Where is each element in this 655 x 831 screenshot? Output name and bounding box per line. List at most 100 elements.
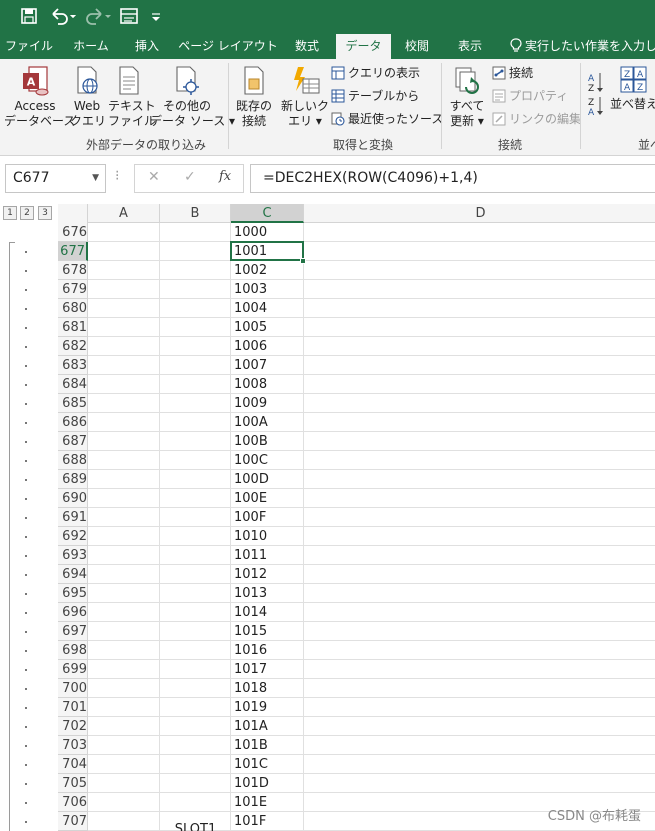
row-header[interactable]: 680 (58, 299, 88, 318)
cell-a[interactable] (88, 356, 160, 375)
formula-bar-splitter[interactable]: ⁝ (115, 168, 119, 184)
row-header[interactable]: 684 (58, 375, 88, 394)
cell-d[interactable] (304, 299, 655, 318)
cell-b[interactable] (160, 698, 231, 717)
row-header[interactable]: 687 (58, 432, 88, 451)
cell-c[interactable]: 101B (231, 736, 304, 755)
row-header[interactable]: 703 (58, 736, 88, 755)
cell-a[interactable] (88, 736, 160, 755)
cell-c[interactable]: 1001 (231, 242, 304, 261)
row-header[interactable]: 690 (58, 489, 88, 508)
row-header[interactable]: 700 (58, 679, 88, 698)
tab-page-layout[interactable]: ページ レイアウト (178, 34, 278, 59)
row-header[interactable]: 704 (58, 755, 88, 774)
cell-d[interactable] (304, 717, 655, 736)
cell-b[interactable] (160, 375, 231, 394)
cell-b[interactable] (160, 679, 231, 698)
cell-b[interactable] (160, 508, 231, 527)
cell-c[interactable]: 1006 (231, 337, 304, 356)
outline-level-3-button[interactable]: 3 (38, 206, 52, 220)
cell-c[interactable]: 100C (231, 451, 304, 470)
cell-c[interactable]: 100D (231, 470, 304, 489)
row-header[interactable]: 686 (58, 413, 88, 432)
row-header[interactable]: 689 (58, 470, 88, 489)
cell-a[interactable] (88, 413, 160, 432)
cell-a[interactable] (88, 698, 160, 717)
cell-d[interactable] (304, 432, 655, 451)
cell-c[interactable]: 101A (231, 717, 304, 736)
row-header[interactable]: 701 (58, 698, 88, 717)
cell-c[interactable]: 101D (231, 774, 304, 793)
cell-c[interactable]: 1009 (231, 394, 304, 413)
tab-file[interactable]: ファイル (4, 34, 54, 59)
cell-b[interactable] (160, 470, 231, 489)
cell-d[interactable] (304, 603, 655, 622)
cell-a[interactable] (88, 565, 160, 584)
cell-d[interactable] (304, 451, 655, 470)
sort-button[interactable]: ZAAZ 並べ替え (608, 65, 655, 112)
outline-level-2-button[interactable]: 2 (20, 206, 34, 220)
cell-d[interactable] (304, 337, 655, 356)
redo-icon[interactable] (84, 5, 114, 27)
column-header-d[interactable]: D (304, 204, 655, 223)
insert-function-icon[interactable]: fx (219, 169, 231, 184)
cell-c[interactable]: 100F (231, 508, 304, 527)
cell-d[interactable] (304, 660, 655, 679)
cell-b[interactable] (160, 394, 231, 413)
access-database-button[interactable]: A Access データベース (4, 65, 75, 129)
tab-home[interactable]: ホーム (64, 34, 118, 59)
cell-c[interactable]: 1000 (231, 223, 304, 242)
cell-c[interactable]: 1019 (231, 698, 304, 717)
cell-a[interactable] (88, 603, 160, 622)
cell-d[interactable] (304, 375, 655, 394)
row-header[interactable]: 706 (58, 793, 88, 812)
worksheet-grid[interactable]: 1 2 3 A B C D 676 677 678 679 680 681 682 683 68… (0, 204, 655, 831)
cell-a[interactable] (88, 432, 160, 451)
from-table-button[interactable]: テーブルから (331, 87, 419, 105)
cell-c[interactable]: 100A (231, 413, 304, 432)
cell-b[interactable] (160, 489, 231, 508)
cell-d[interactable] (304, 755, 655, 774)
cell-a[interactable] (88, 242, 160, 261)
cell-d[interactable] (304, 489, 655, 508)
cell-d[interactable] (304, 527, 655, 546)
cell-b[interactable] (160, 299, 231, 318)
column-header-b[interactable]: B (160, 204, 231, 223)
tab-view[interactable]: 表示 (448, 34, 492, 59)
row-header[interactable]: 691 (58, 508, 88, 527)
refresh-all-button[interactable]: すべて 更新 ▾ (444, 65, 490, 129)
cell-c[interactable]: 101F (231, 812, 304, 831)
tab-formulas[interactable]: 数式 (284, 34, 330, 59)
cell-d[interactable] (304, 242, 655, 261)
cell-b[interactable] (160, 280, 231, 299)
cell-c[interactable]: 1015 (231, 622, 304, 641)
cell-b[interactable] (160, 318, 231, 337)
cancel-icon[interactable]: ✕ (148, 169, 160, 185)
tab-data[interactable]: データ (336, 34, 391, 59)
new-query-button[interactable]: 新しいク エリ ▾ (280, 65, 330, 129)
cell-a[interactable] (88, 527, 160, 546)
cell-c[interactable]: 1002 (231, 261, 304, 280)
cell-b[interactable] (160, 432, 231, 451)
cell-c[interactable]: 101E (231, 793, 304, 812)
row-header[interactable]: 681 (58, 318, 88, 337)
row-header[interactable]: 693 (58, 546, 88, 565)
row-header[interactable]: 694 (58, 565, 88, 584)
cell-a[interactable] (88, 584, 160, 603)
cell-a[interactable] (88, 280, 160, 299)
show-queries-button[interactable]: クエリの表示 (331, 64, 420, 82)
cell-b[interactable] (160, 717, 231, 736)
row-header[interactable]: 707 (58, 812, 88, 831)
cell-b[interactable] (160, 223, 231, 242)
cell-b[interactable] (160, 546, 231, 565)
cell-d[interactable] (304, 546, 655, 565)
cell-a[interactable] (88, 261, 160, 280)
cell-a[interactable] (88, 489, 160, 508)
cell-d[interactable] (304, 565, 655, 584)
cell-b[interactable] (160, 527, 231, 546)
cell-d[interactable] (304, 641, 655, 660)
cell-a[interactable] (88, 812, 160, 831)
edit-links-button[interactable]: リンクの編集 (492, 110, 581, 128)
row-header[interactable]: 688 (58, 451, 88, 470)
cell-d[interactable] (304, 394, 655, 413)
